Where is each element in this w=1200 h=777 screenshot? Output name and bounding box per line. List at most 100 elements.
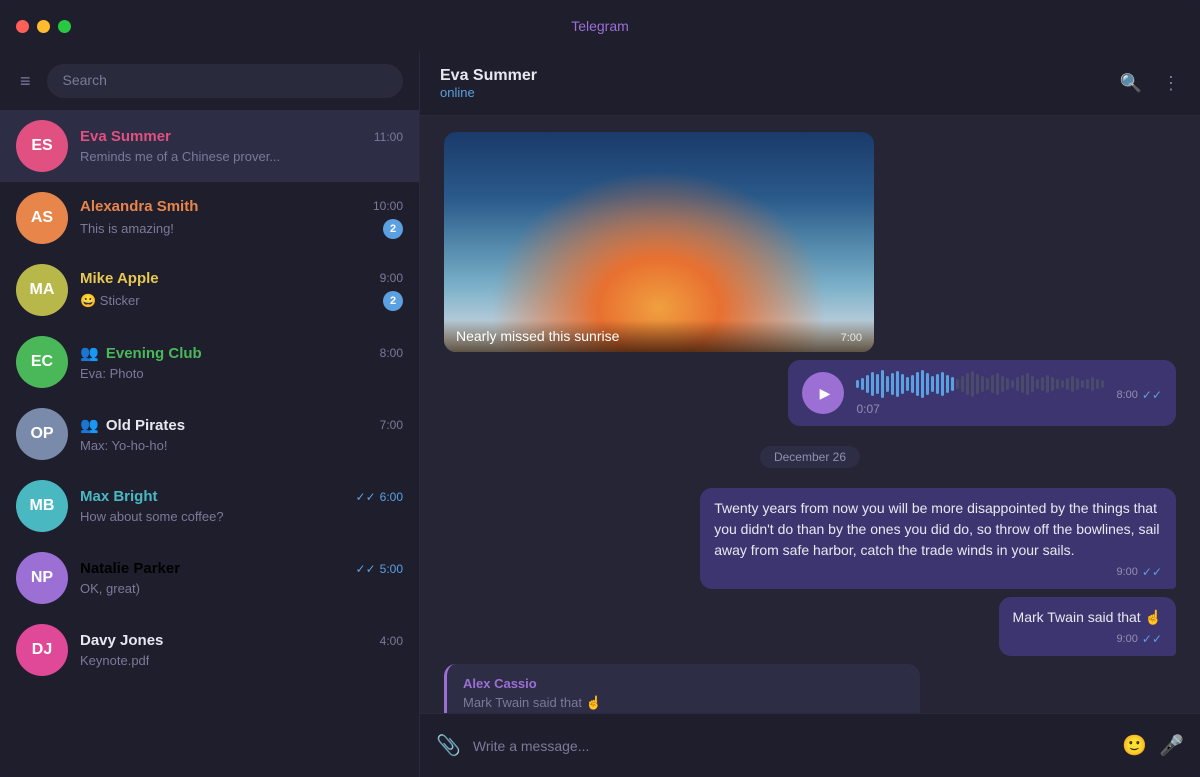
waveform-bar: [971, 371, 974, 397]
message-time: 9:00: [1116, 633, 1137, 645]
messages-container: Nearly missed this sunrise 7:00 0:07 8:0…: [420, 116, 1200, 713]
menu-icon[interactable]: ≡: [16, 67, 35, 96]
waveform-bar: [906, 377, 909, 391]
chat-name-evening-club: 👥 Evening Club: [80, 344, 202, 362]
read-check-icon: ✓✓: [1142, 632, 1162, 646]
waveform-bar: [1096, 379, 1099, 389]
waveform-bar: [926, 373, 929, 395]
waveform-bar: [1016, 377, 1019, 391]
waveform-bar: [886, 376, 889, 392]
chat-time-alexandra-smith: 10:00: [373, 199, 403, 213]
waveform-bar: [901, 374, 904, 394]
chat-item-max-bright[interactable]: MB Max Bright ✓✓ 6:00 How about some cof…: [0, 470, 419, 542]
waveform-bar: [1086, 379, 1089, 389]
waveform-bar: [1081, 380, 1084, 388]
app-title: Telegram: [571, 18, 629, 34]
voice-duration: 0:07: [856, 402, 1104, 416]
waveform-bar: [1021, 375, 1024, 393]
avatar-davy-jones: DJ: [16, 624, 68, 676]
avatar-alexandra-smith: AS: [16, 192, 68, 244]
waveform-bar: [931, 376, 934, 392]
search-wrapper[interactable]: [47, 64, 403, 98]
waveform-bar: [891, 373, 894, 395]
waveform-bar: [956, 379, 959, 389]
chat-item-alexandra-smith[interactable]: AS Alexandra Smith 10:00 This is amazing…: [0, 182, 419, 254]
chat-header-icons: 🔍 ⋮: [1120, 73, 1180, 94]
more-icon[interactable]: ⋮: [1162, 73, 1180, 94]
message-input[interactable]: [473, 738, 1110, 754]
chat-info-natalie-parker: Natalie Parker ✓✓ 5:00 OK, great): [80, 560, 403, 596]
read-check-icon: ✓✓: [1142, 565, 1162, 579]
waveform-bar: [1026, 373, 1029, 395]
message-text: Twenty years from now you will be more d…: [714, 498, 1162, 561]
chat-time-davy-jones: 4:00: [380, 634, 403, 648]
waveform-bar: [941, 372, 944, 396]
chat-area: Eva Summer online 🔍 ⋮ Nearly missed this…: [420, 52, 1200, 777]
waveform-bar: [951, 377, 954, 391]
reply-ref: Mark Twain said that ☝️: [463, 695, 904, 711]
chat-preview-old-pirates: Max: Yo-ho-ho!: [80, 438, 167, 453]
waveform-bar: [1091, 377, 1094, 391]
chat-info-evening-club: 👥 Evening Club 8:00 Eva: Photo: [80, 344, 403, 381]
chat-name-natalie-parker: Natalie Parker: [80, 560, 180, 577]
waveform-bar: [1041, 377, 1044, 391]
waveform-bar: [921, 370, 924, 398]
title-bar: Telegram: [0, 0, 1200, 52]
waveform: 0:07: [856, 370, 1104, 416]
waveform-bar: [1006, 378, 1009, 390]
waveform-bar: [1046, 375, 1049, 393]
chat-item-natalie-parker[interactable]: NP Natalie Parker ✓✓ 5:00 OK, great): [0, 542, 419, 614]
chat-preview-alexandra-smith: This is amazing!: [80, 221, 174, 236]
image-content: [444, 132, 874, 352]
chat-header-info: Eva Summer online: [440, 67, 537, 100]
message-time: 7:00: [841, 332, 862, 344]
waveform-bar: [1056, 379, 1059, 389]
play-button[interactable]: [802, 372, 844, 414]
chat-info-mike-apple: Mike Apple 9:00 😀 Sticker 2: [80, 270, 403, 311]
waveform-bar: [1011, 380, 1014, 388]
waveform-bar: [986, 378, 989, 390]
chat-item-davy-jones[interactable]: DJ Davy Jones 4:00 Keynote.pdf: [0, 614, 419, 686]
attach-icon[interactable]: 📎: [436, 733, 461, 758]
date-divider: December 26: [444, 446, 1176, 468]
waveform-bar: [881, 370, 884, 398]
badge-mike-apple: 2: [383, 291, 403, 311]
chat-header-name: Eva Summer: [440, 67, 537, 85]
main-layout: ≡ ES Eva Summer 11:00 Reminds me of a Ch…: [0, 52, 1200, 777]
mic-icon[interactable]: 🎤: [1159, 733, 1184, 758]
waveform-bar: [871, 372, 874, 396]
chat-name-max-bright: Max Bright: [80, 488, 158, 505]
avatar-natalie-parker: NP: [16, 552, 68, 604]
message-time: 9:00: [1116, 566, 1137, 578]
maximize-button[interactable]: [58, 20, 71, 33]
image-message: Nearly missed this sunrise 7:00: [444, 132, 874, 352]
emoji-icon[interactable]: 🙂: [1122, 733, 1147, 758]
chat-preview-natalie-parker: OK, great): [80, 581, 140, 596]
chat-item-eva-summer[interactable]: ES Eva Summer 11:00 Reminds me of a Chin…: [0, 110, 419, 182]
avatar-eva-summer: ES: [16, 120, 68, 172]
search-input[interactable]: [63, 72, 387, 88]
chat-time-natalie-parker: ✓✓ 5:00: [356, 562, 403, 576]
chat-item-evening-club[interactable]: EC 👥 Evening Club 8:00 Eva: Photo: [0, 326, 419, 398]
chat-preview-evening-club: Eva: Photo: [80, 366, 144, 381]
chat-preview-max-bright: How about some coffee?: [80, 509, 224, 524]
message-meta: 9:00 ✓✓: [714, 565, 1162, 579]
waveform-bar: [866, 375, 869, 393]
chat-item-mike-apple[interactable]: MA Mike Apple 9:00 😀 Sticker 2: [0, 254, 419, 326]
date-pill: December 26: [760, 446, 860, 468]
badge-alexandra-smith: 2: [383, 219, 403, 239]
waveform-bars: [856, 370, 1104, 398]
image-caption-text: Nearly missed this sunrise: [456, 328, 619, 344]
waveform-bar: [966, 373, 969, 395]
close-button[interactable]: [16, 20, 29, 33]
search-icon[interactable]: 🔍: [1120, 73, 1142, 94]
avatar-old-pirates: OP: [16, 408, 68, 460]
waveform-bar: [946, 375, 949, 393]
reply-bubble: Alex Cassio Mark Twain said that ☝️ Remi…: [444, 664, 920, 713]
chat-item-old-pirates[interactable]: OP 👥 Old Pirates 7:00 Max: Yo-ho-ho!: [0, 398, 419, 470]
message-meta: 9:00 ✓✓: [1013, 632, 1162, 646]
waveform-bar: [991, 375, 994, 393]
minimize-button[interactable]: [37, 20, 50, 33]
chat-name-old-pirates: 👥 Old Pirates: [80, 416, 185, 434]
waveform-bar: [1051, 377, 1054, 391]
